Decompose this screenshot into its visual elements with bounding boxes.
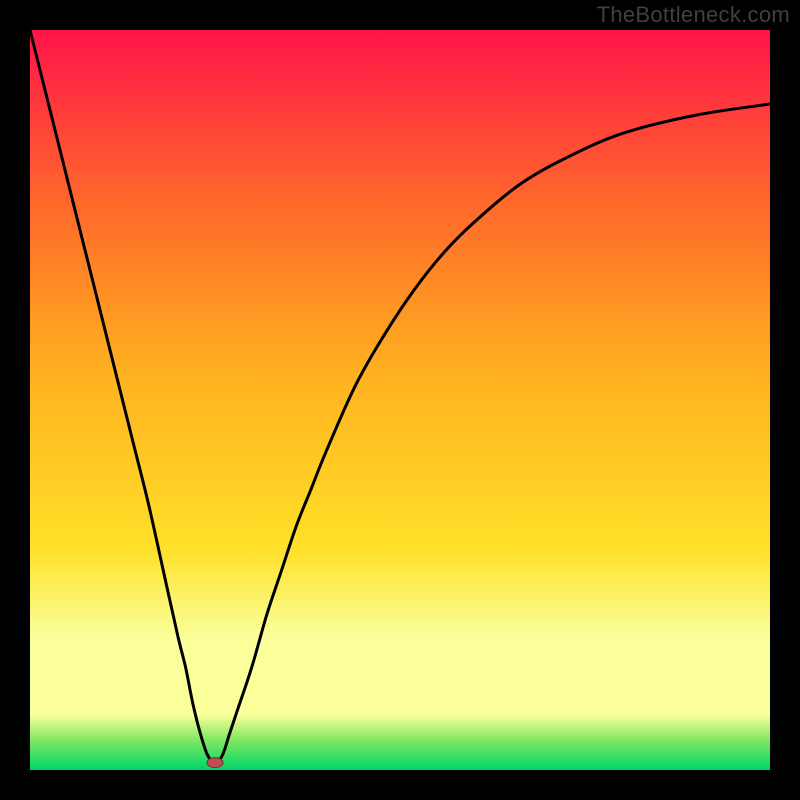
plot-area (30, 30, 770, 770)
optimal-marker (207, 758, 223, 768)
gradient-background (30, 30, 770, 770)
watermark-text: TheBottleneck.com (597, 2, 790, 28)
chart-frame: TheBottleneck.com (0, 0, 800, 800)
chart-svg (30, 30, 770, 770)
